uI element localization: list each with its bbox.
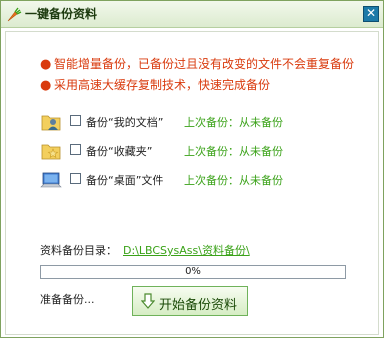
- intro-text: 采用高速大缓存复制技术，快速完成备份: [54, 78, 271, 92]
- user-folder-icon: [41, 115, 61, 131]
- start-backup-button[interactable]: 开始备份资料: [132, 286, 248, 316]
- carrot-icon: [7, 7, 22, 22]
- my-documents-checkbox[interactable]: [70, 115, 81, 126]
- status-text: 准备备份...: [40, 293, 95, 306]
- progress-bar: 0%: [40, 265, 346, 279]
- intro-item: ● 采用高速大缓存复制技术，快速完成备份: [40, 75, 354, 96]
- intro-text: 智能增量备份，已备份过且没有改变的文件不会重复备份: [54, 57, 355, 71]
- backup-directory: 资料备份目录： D:\LBCSysAss\资料备份\: [40, 242, 250, 258]
- desktop-icon: [40, 172, 62, 188]
- backup-item-favorites: 备份“收藏夹” 上次备份：从未备份: [40, 140, 370, 162]
- last-backup-status: 上次备份：从未备份: [184, 116, 283, 129]
- last-backup-status: 上次备份：从未备份: [184, 174, 283, 187]
- progress-text: 0%: [185, 266, 201, 277]
- download-arrow-icon: [141, 293, 155, 309]
- close-button[interactable]: ✕: [363, 6, 379, 22]
- backup-dialog: 一键备份资料 ✕ ● 智能增量备份，已备份过且没有改变的文件不会重复备份 ● 采用高…: [0, 0, 384, 338]
- item-label: 备份“收藏夹”: [86, 145, 153, 158]
- title-bar[interactable]: 一键备份资料 ✕: [1, 1, 383, 28]
- start-backup-label: 开始备份资料: [159, 298, 238, 313]
- favorites-checkbox[interactable]: [70, 144, 81, 155]
- intro-item: ● 智能增量备份，已备份过且没有改变的文件不会重复备份: [40, 54, 354, 75]
- content-panel: ● 智能增量备份，已备份过且没有改变的文件不会重复备份 ● 采用高速大缓存复制技术，…: [5, 31, 379, 335]
- item-label: 备份“我的文档”: [86, 116, 164, 129]
- backup-item-my-documents: 备份“我的文档” 上次备份：从未备份: [40, 111, 370, 133]
- bullet-icon: ●: [40, 78, 52, 93]
- intro-list: ● 智能增量备份，已备份过且没有改变的文件不会重复备份 ● 采用高速大缓存复制技术，…: [40, 54, 354, 96]
- desktop-checkbox[interactable]: [70, 173, 81, 184]
- backup-directory-link[interactable]: D:\LBCSysAss\资料备份\: [123, 244, 250, 257]
- backup-item-desktop: 备份“桌面”文件 上次备份：从未备份: [40, 169, 370, 191]
- backup-directory-label: 资料备份目录：: [40, 244, 117, 257]
- last-backup-status: 上次备份：从未备份: [184, 145, 283, 158]
- window-title: 一键备份资料: [25, 7, 98, 21]
- close-icon: ✕: [365, 6, 377, 20]
- item-label: 备份“桌面”文件: [86, 174, 164, 187]
- favorites-folder-icon: [41, 144, 61, 160]
- bullet-icon: ●: [40, 57, 52, 72]
